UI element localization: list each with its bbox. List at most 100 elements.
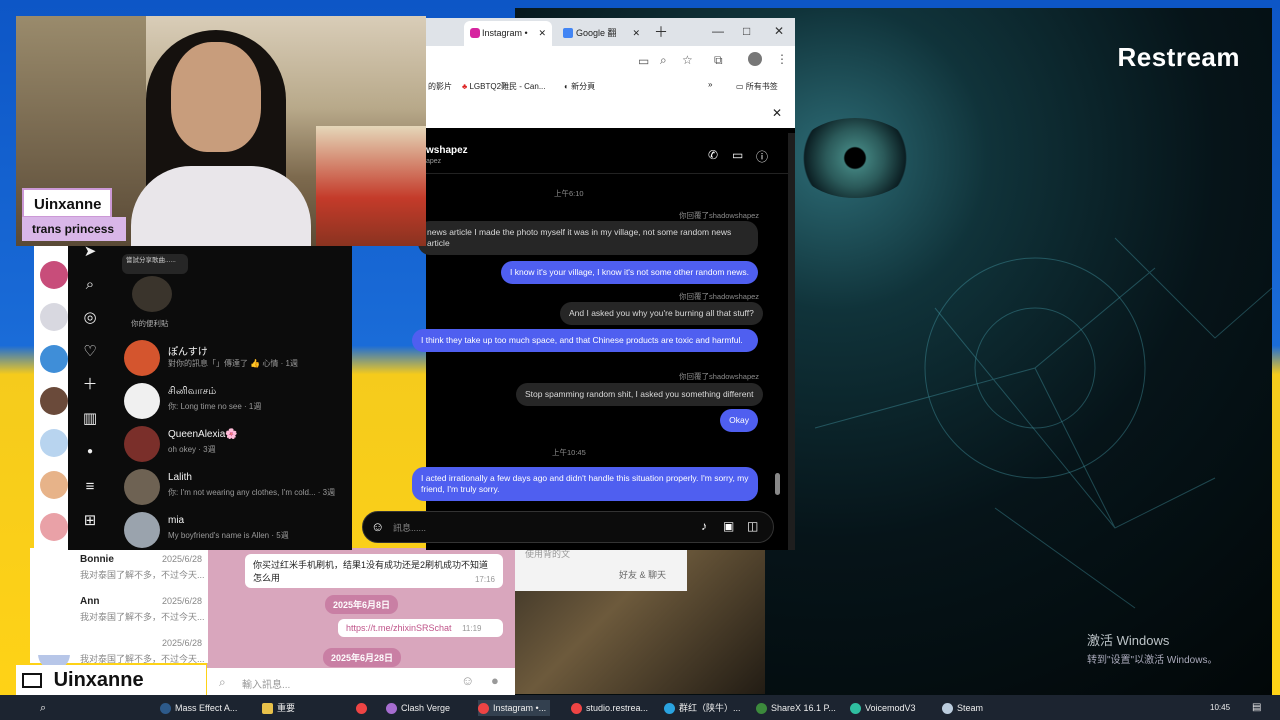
video-icon[interactable]: ▭ [732, 148, 743, 162]
timestamp: 上午6:10 [554, 189, 584, 198]
new-tab-button[interactable]: ＋ [654, 22, 668, 42]
explore-icon[interactable]: ◎ [80, 308, 100, 328]
app-icon [756, 703, 767, 715]
more-bookmarks-icon[interactable]: » [708, 80, 712, 89]
conversation-item[interactable]: சினிவாசம் 你: Long time no see · 1週 [124, 381, 349, 421]
taskbar-item[interactable]: Instagram •... [478, 700, 551, 716]
close-tab-icon[interactable]: ✕ [632, 21, 640, 46]
sticker-icon[interactable]: ◫ [747, 519, 758, 533]
extensions-icon[interactable]: ⧉ [714, 53, 723, 68]
scrollbar-thumb[interactable] [775, 473, 780, 495]
taskbar-item[interactable]: VoicemodV3 [850, 700, 916, 716]
chat-username[interactable]: wshapez [426, 145, 468, 156]
avatar[interactable] [40, 387, 68, 415]
taskbar-item[interactable]: studio.restrea... [571, 700, 648, 716]
activation-subtitle: 转到"设置"以激活 Windows。 [1087, 655, 1218, 666]
insights-icon[interactable]: ▥ [80, 409, 100, 429]
taskbar-item[interactable]: Mass Effect A... [160, 700, 237, 716]
profile-icon[interactable]: ● [80, 442, 100, 462]
image-icon[interactable]: ▣ [723, 519, 734, 533]
taskbar-item[interactable]: 群红（陕牛）... [664, 700, 741, 716]
avatar[interactable] [40, 261, 68, 289]
conversation-item[interactable]: QueenAlexia🌸 oh okey · 3週 [124, 424, 349, 464]
bookmark-star-icon[interactable]: ☆ [682, 53, 693, 67]
phone-icon[interactable]: ✆ [708, 148, 718, 162]
heart-icon[interactable]: ♡ [80, 342, 100, 362]
taskbar-item[interactable]: ShareX 16.1 P... [756, 700, 836, 716]
chrome-taskbar-icon[interactable] [356, 700, 371, 716]
friends-chat-label[interactable]: 好友 & 聊天 [619, 568, 666, 581]
avatar[interactable] [40, 345, 68, 373]
note-pill[interactable]: 嘗試分享歌曲...... [122, 254, 188, 274]
person-face [171, 42, 261, 152]
taskbar-item[interactable]: Steam [942, 700, 983, 716]
tab-google-translate[interactable]: Google 翻 ✕ [558, 21, 640, 46]
conversation-item[interactable]: ぽんすけ 對你的訊息「」傳達了 👍 心情 · 1週 [124, 338, 349, 378]
avatar [124, 340, 160, 376]
instagram-icon [470, 28, 480, 38]
message-composer[interactable]: ☺ 訊息...... ♪ ▣ ◫ [362, 511, 774, 543]
info-icon[interactable]: ⓘ [756, 148, 768, 165]
mic-icon[interactable]: ● [491, 673, 499, 688]
apps-icon[interactable]: ⊞ [80, 511, 100, 531]
bookmark-item[interactable]: 的影片 [428, 81, 452, 92]
attach-icon[interactable]: ⌕ [219, 675, 226, 690]
side-panel: 使用背的文 好友 & 聊天 [515, 543, 687, 591]
translate-icon [563, 28, 573, 38]
brand-label: Uinxanne [53, 669, 144, 691]
conversation-name: ぽんすけ [168, 347, 208, 358]
notification-icon[interactable]: ▤ [1252, 700, 1261, 716]
note-avatar[interactable] [132, 276, 172, 312]
message-received[interactable]: news article I made the photo myself it … [418, 221, 758, 256]
emoji-icon[interactable]: ☺ [461, 673, 474, 688]
menu-icon[interactable]: ≡ [80, 477, 100, 497]
chat-preview: 我对泰国了解不多，不过今天... [80, 654, 205, 664]
bookmark-item[interactable]: ♣ LGBTQ2難民 - Can... [462, 81, 546, 92]
screen-share-icon[interactable]: ▭ [638, 54, 649, 68]
message-received[interactable]: And I asked you why you're burning all t… [560, 302, 763, 326]
message-sent[interactable]: I acted irrationally a few days ago and … [412, 467, 758, 502]
menu-dots-icon[interactable]: ⋮ [776, 52, 788, 66]
taskbar-item[interactable]: 重要 [262, 700, 295, 716]
mic-icon[interactable]: ♪ [701, 519, 707, 533]
avatar[interactable] [40, 513, 68, 541]
maximize-button[interactable]: □ [743, 24, 750, 38]
message-sent[interactable]: Okay [720, 409, 758, 433]
avatar[interactable] [40, 471, 68, 499]
bookmarks-bar: 的影片 ♣ LGBTQ2難民 - Can... ◐ 新分頁 » ▭ 所有书签 [426, 76, 795, 98]
address-bar[interactable]: ▭ ⌕ ☆ ⧉ ⋮ [426, 46, 795, 76]
tab-instagram[interactable]: Instagram • ✕ [464, 21, 552, 46]
telegram-message-input[interactable]: ⌕ 輸入訊息... ☺ ● [207, 668, 515, 695]
link-text[interactable]: https://t.me/zhixinSRSchat [346, 623, 452, 633]
message-time: 11:19 [462, 624, 482, 633]
all-bookmarks[interactable]: ▭ 所有书签 [736, 81, 778, 92]
search-icon[interactable]: ⌕ [80, 275, 100, 295]
chat-date: 2025/6/28 [161, 554, 202, 564]
minimize-button[interactable]: — [712, 24, 724, 38]
chat-date: 2025/6/28 [161, 596, 202, 606]
conversation-item[interactable]: mia My boyfriend's name is Allen · 5週 [124, 510, 349, 550]
close-tab-icon[interactable]: ✕ [538, 21, 546, 46]
clock[interactable]: 10:45 [1210, 700, 1230, 716]
avatar [124, 512, 160, 548]
monitor-icon [22, 673, 42, 689]
bookmark-item[interactable]: ◐ 新分頁 [564, 81, 595, 92]
message-received[interactable]: Stop spamming random shit, I asked you s… [516, 383, 763, 407]
profile-avatar[interactable] [748, 52, 762, 66]
message-sent[interactable]: I know it's your village, I know it's no… [501, 261, 758, 285]
taskbar-item[interactable]: Clash Verge [386, 700, 450, 716]
search-icon[interactable]: ⌕ [40, 700, 46, 716]
page-scrollbar[interactable] [788, 133, 795, 550]
zoom-icon[interactable]: ⌕ [660, 53, 667, 68]
windows-activation-watermark: 激活 Windows 转到"设置"以激活 Windows。 [1087, 630, 1217, 666]
conversation-item[interactable]: Lalith 你: I'm not wearing any clothes, I… [124, 467, 349, 507]
emoji-icon[interactable]: ☺ [371, 519, 384, 534]
link-bubble[interactable]: https://t.me/zhixinSRSchat 11:19 [338, 619, 503, 637]
close-icon[interactable]: ✕ [772, 106, 782, 120]
composer-placeholder: 訊息...... [393, 523, 427, 533]
avatar[interactable] [40, 429, 68, 457]
avatar[interactable] [40, 303, 68, 331]
close-window-button[interactable]: ✕ [774, 24, 784, 38]
create-icon[interactable]: ＋ [80, 375, 100, 395]
message-sent[interactable]: I think they take up too much space, and… [412, 329, 758, 353]
